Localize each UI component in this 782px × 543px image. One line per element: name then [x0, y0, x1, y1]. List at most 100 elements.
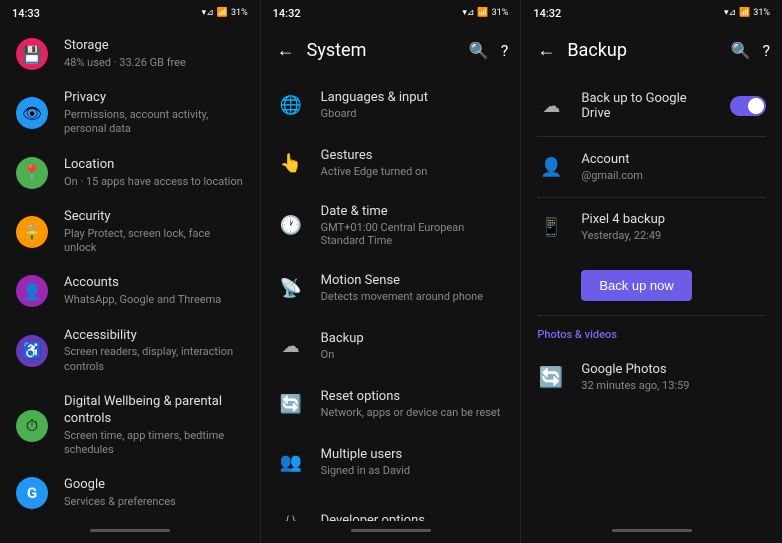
gestures-icon: 👆 [277, 153, 305, 174]
backup-text: Backup On [321, 331, 505, 361]
status-bar-2: 14:32 ▾⊿ 📶 31% [261, 0, 521, 24]
accounts-icon: 👤 [16, 275, 48, 307]
security-sub: Play Protect, screen lock, face unlock [64, 227, 244, 256]
system-languages[interactable]: 🌐 Languages & input Gboard [261, 76, 521, 134]
account-text: Account @gmail.com [581, 152, 766, 182]
languages-title: Languages & input [321, 90, 505, 105]
motion-title: Motion Sense [321, 273, 505, 288]
google-photos-title: Google Photos [581, 362, 766, 377]
storage-sub: 48% used · 33.26 GB free [64, 56, 244, 70]
wifi-icon-2: ▾⊿ [462, 8, 474, 18]
sidebar-item-accessibility[interactable]: ♿ Accessibility Screen readers, display,… [0, 318, 260, 384]
languages-icon: 🌐 [277, 95, 305, 116]
wellbeing-title: Digital Wellbeing & parental controls [64, 394, 244, 428]
system-reset[interactable]: 🔄 Reset options Network, apps or device … [261, 375, 521, 433]
nav-pill-1 [90, 529, 170, 532]
panel-settings: 14:33 ▾⊿ 📶 31% 💾 Storage 48% used · 33.2… [0, 0, 261, 543]
users-text: Multiple users Signed in as David [321, 447, 505, 477]
status-bar-3: 14:32 ▾⊿ 📶 31% [521, 0, 782, 24]
signal-icon-2: 📶 [477, 8, 488, 18]
pixel4-text: Pixel 4 backup Yesterday, 22:49 [581, 212, 766, 242]
search-icon-backup[interactable]: 🔍 [731, 41, 751, 60]
google-photos-item[interactable]: 🔄 Google Photos 32 minutes ago, 13:59 [521, 347, 782, 407]
backup-to-google-item[interactable]: ☁ Back up to Google Drive [521, 76, 782, 136]
account-icon: 👤 [537, 157, 565, 178]
users-icon: 👥 [277, 452, 305, 473]
motion-sub: Detects movement around phone [321, 290, 505, 303]
signal-icon: 📶 [217, 8, 228, 18]
sidebar-item-security[interactable]: 🔒 Security Play Protect, screen lock, fa… [0, 199, 260, 265]
storage-icon: 💾 [16, 38, 48, 70]
backup-to-google-title: Back up to Google Drive [581, 91, 714, 121]
reset-title: Reset options [321, 389, 505, 404]
pixel4-sub: Yesterday, 22:49 [581, 229, 766, 242]
settings-list: 💾 Storage 48% used · 33.26 GB free 👁 Pri… [0, 24, 260, 521]
google-icon: G [16, 477, 48, 509]
date-icon: 🕐 [277, 215, 305, 236]
system-date-time[interactable]: 🕐 Date & time GMT+01:00 Central European… [261, 192, 521, 259]
dev-text: Developer options [321, 513, 505, 522]
backup-title: Backup [321, 331, 505, 346]
backup-toggle[interactable] [730, 96, 766, 116]
backup-header-actions: 🔍 ? [731, 41, 770, 60]
wellbeing-text: Digital Wellbeing & parental controls Sc… [64, 394, 244, 457]
sidebar-item-storage[interactable]: 💾 Storage 48% used · 33.26 GB free [0, 28, 260, 80]
sidebar-item-wellbeing[interactable]: ⏱ Digital Wellbeing & parental controls … [0, 384, 260, 467]
status-icons-2: ▾⊿ 📶 31% [462, 8, 508, 18]
system-dev-options[interactable]: { } Developer options [261, 491, 521, 521]
backup-to-google-text: Back up to Google Drive [581, 91, 714, 121]
phone-icon: 📱 [537, 217, 565, 238]
photos-icon: 🔄 [537, 365, 565, 389]
privacy-title: Privacy [64, 90, 244, 107]
panel-backup: 14:32 ▾⊿ 📶 31% ← Backup 🔍 ? ☁ Back up to… [521, 0, 782, 543]
panel-system: 14:32 ▾⊿ 📶 31% ← System 🔍 ? 🌐 Languages … [261, 0, 522, 543]
privacy-icon: 👁 [16, 97, 48, 129]
storage-title: Storage [64, 38, 244, 55]
sidebar-item-google[interactable]: G Google Services & preferences [0, 467, 260, 519]
privacy-text: Privacy Permissions, account activity, p… [64, 90, 244, 136]
sidebar-item-privacy[interactable]: 👁 Privacy Permissions, account activity,… [0, 80, 260, 146]
help-icon-backup[interactable]: ? [762, 41, 770, 60]
gestures-text: Gestures Active Edge turned on [321, 148, 505, 178]
system-panel-title: System [307, 40, 461, 61]
wifi-icon: ▾⊿ [202, 8, 214, 18]
dev-icon: { } [277, 514, 305, 522]
system-backup[interactable]: ☁ Backup On [261, 317, 521, 375]
back-button-backup[interactable]: ← [533, 36, 559, 65]
status-bar-1: 14:33 ▾⊿ 📶 31% [0, 0, 260, 24]
account-item[interactable]: 👤 Account @gmail.com [521, 137, 782, 197]
nav-pill-3 [612, 529, 692, 532]
users-title: Multiple users [321, 447, 505, 462]
battery-1: 31% [231, 8, 248, 18]
account-title: Account [581, 152, 766, 167]
gestures-sub: Active Edge turned on [321, 165, 505, 178]
system-gestures[interactable]: 👆 Gestures Active Edge turned on [261, 134, 521, 192]
system-motion-sense[interactable]: 📡 Motion Sense Detects movement around p… [261, 259, 521, 317]
google-photos-sub: 32 minutes ago, 13:59 [581, 379, 766, 392]
backup-header: ← Backup 🔍 ? [521, 24, 782, 76]
google-photos-text: Google Photos 32 minutes ago, 13:59 [581, 362, 766, 392]
account-sub: @gmail.com [581, 169, 766, 182]
search-icon-system[interactable]: 🔍 [469, 41, 489, 60]
time-1: 14:33 [12, 7, 40, 20]
back-button-system[interactable]: ← [273, 36, 299, 65]
sidebar-item-accounts[interactable]: 👤 Accounts WhatsApp, Google and Threema [0, 265, 260, 317]
wifi-icon-3: ▾⊿ [724, 8, 736, 18]
reset-text: Reset options Network, apps or device ca… [321, 389, 505, 419]
accounts-text: Accounts WhatsApp, Google and Threema [64, 275, 244, 307]
system-users[interactable]: 👥 Multiple users Signed in as David [261, 433, 521, 491]
sidebar-item-location[interactable]: 📍 Location On · 15 apps have access to l… [0, 147, 260, 199]
system-list: 🌐 Languages & input Gboard 👆 Gestures Ac… [261, 76, 521, 521]
security-icon: 🔒 [16, 216, 48, 248]
nav-bar-2 [261, 521, 521, 543]
help-icon-system[interactable]: ? [501, 41, 509, 60]
system-header-actions: 🔍 ? [469, 41, 508, 60]
security-text: Security Play Protect, screen lock, face… [64, 209, 244, 255]
dev-title: Developer options [321, 513, 505, 522]
languages-sub: Gboard [321, 107, 505, 120]
location-text: Location On · 15 apps have access to loc… [64, 157, 244, 189]
google-text: Google Services & preferences [64, 477, 244, 509]
status-icons-3: ▾⊿ 📶 31% [724, 8, 770, 18]
backup-sub: On [321, 348, 505, 361]
back-up-now-button[interactable]: Back up now [581, 270, 691, 301]
